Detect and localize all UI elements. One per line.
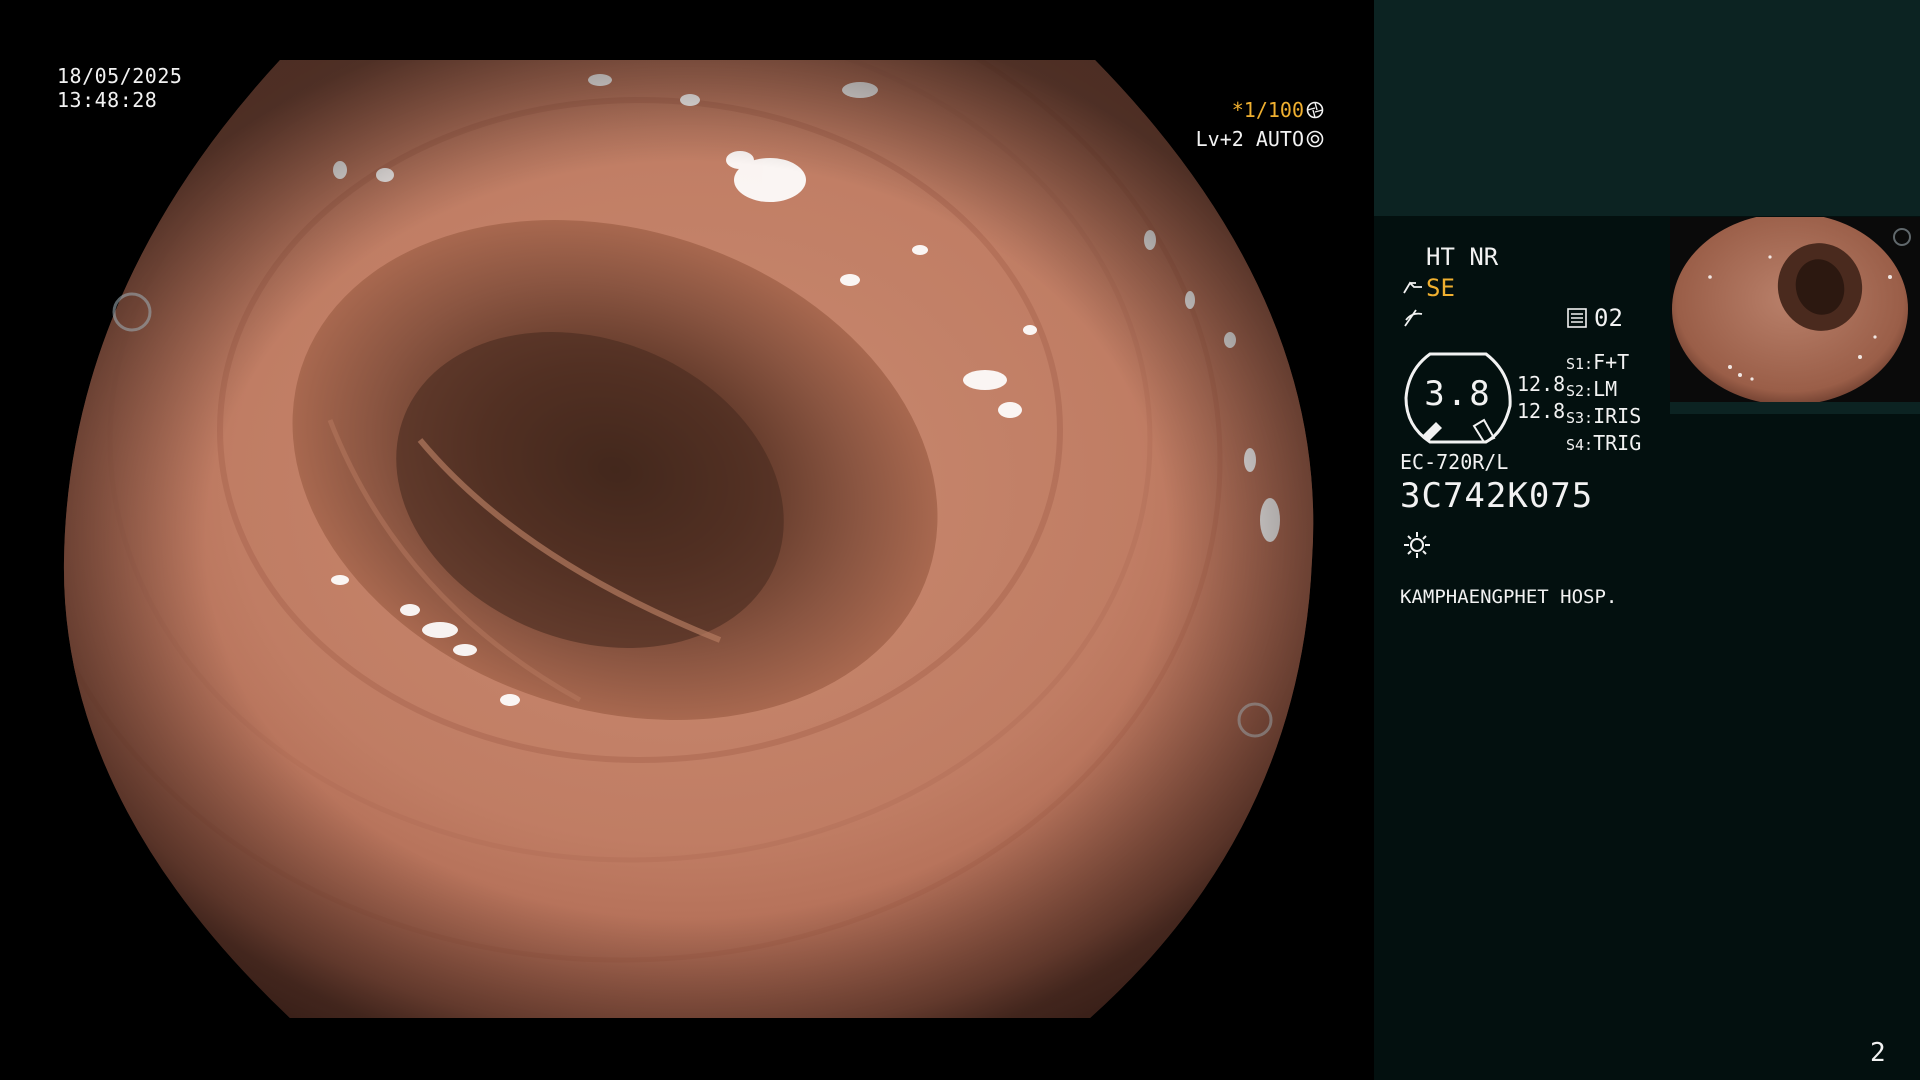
- iris-value: Lv+2 AUTO: [1195, 127, 1304, 151]
- switch-value: IRIS: [1593, 404, 1642, 428]
- datetime: 18/05/2025 13:48:28: [57, 64, 182, 112]
- date: 18/05/2025: [57, 64, 183, 88]
- dial-value: 3.8: [1424, 374, 1492, 414]
- switch-3: S3:IRIS: [1566, 404, 1641, 431]
- value-2: 12.8: [1517, 399, 1566, 423]
- time: 13:48:28: [57, 88, 158, 112]
- se-label: SE: [1426, 274, 1455, 302]
- aperture-icon: [1306, 101, 1324, 119]
- switch-2: S2:LM: [1566, 377, 1641, 404]
- memory-slot: 02: [1566, 305, 1623, 331]
- page-number: 2: [1870, 1038, 1886, 1068]
- switch-key: S3:: [1566, 409, 1594, 427]
- light-icon: [1404, 532, 1430, 558]
- switch-key: S4:: [1566, 436, 1594, 454]
- switch-1: S1:F+T: [1566, 350, 1641, 377]
- thumbnail-image: [1670, 217, 1920, 414]
- shutter-speed: *1/100: [1232, 98, 1324, 122]
- switch-key: S2:: [1566, 382, 1594, 400]
- value-list: 12.8 12.8: [1517, 371, 1565, 425]
- gear-icon: [1306, 130, 1324, 148]
- scope-icon: [1403, 281, 1422, 294]
- panel-header-area: [1374, 0, 1920, 216]
- endoscope-main-view: 18/05/2025 13:48:28 *1/100 Lv+2 AUTO: [0, 0, 1374, 1080]
- structure-icon: [1404, 309, 1423, 327]
- hospital-name: KAMPHAENGPHET HOSP.: [1400, 586, 1618, 608]
- switch-4: S4:TRIG: [1566, 431, 1641, 458]
- iris-mode: Lv+2 AUTO: [1196, 127, 1324, 151]
- thumbnail-status-bar: [1670, 402, 1920, 414]
- enhancement-mode: HT NR: [1426, 243, 1499, 271]
- status-panel: HT NR SE 02 3.8 12.8 12.8 S1:F+T S2:LM S…: [1374, 0, 1920, 1080]
- switch-value: LM: [1593, 377, 1618, 401]
- switch-value: TRIG: [1593, 431, 1642, 455]
- switch-list: S1:F+T S2:LM S3:IRIS S4:TRIG: [1566, 350, 1641, 458]
- capture-thumbnail[interactable]: [1670, 217, 1920, 414]
- scope-serial: 3C742K075: [1400, 476, 1594, 516]
- switch-key: S1:: [1566, 355, 1594, 373]
- shutter-value: *1/100: [1231, 98, 1304, 122]
- switch-value: F+T: [1593, 350, 1630, 374]
- memory-icon: [1567, 308, 1587, 328]
- endoscopic-image: [63, 60, 1314, 1018]
- scope-model: EC-720R/L: [1400, 450, 1509, 474]
- se-mode: SE: [1402, 275, 1455, 301]
- value-1: 12.8: [1517, 372, 1566, 396]
- memory-value: 02: [1594, 304, 1623, 332]
